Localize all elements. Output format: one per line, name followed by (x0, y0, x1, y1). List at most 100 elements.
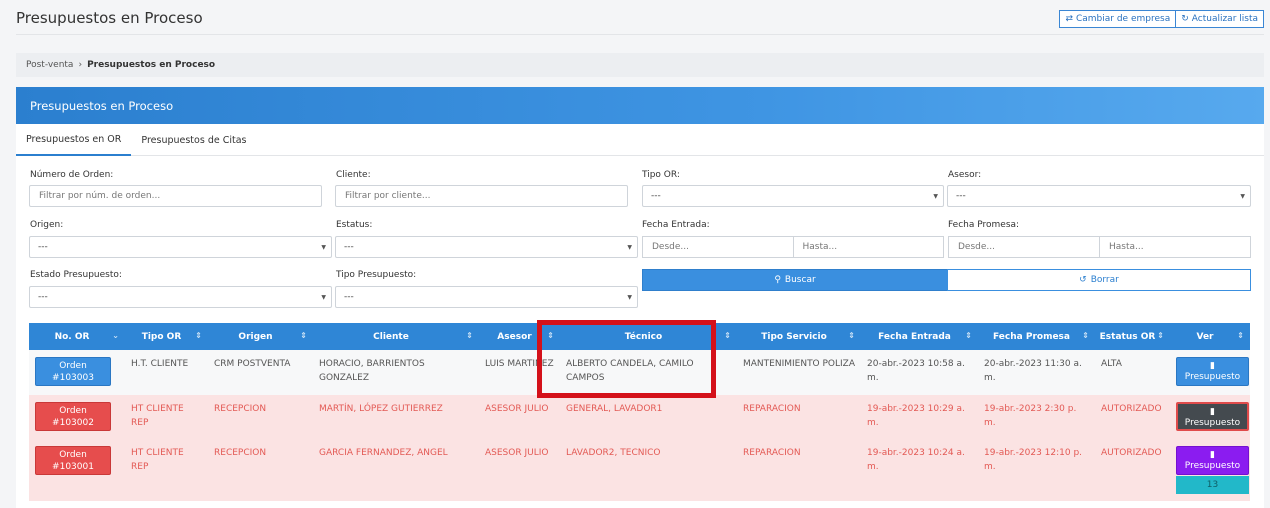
sort-icon: ⇕ (300, 331, 307, 340)
undo-icon: ↺ (1079, 275, 1087, 285)
sort-icon: ⇕ (724, 331, 731, 340)
header-divider (16, 34, 1264, 35)
tab-presupuestos-or[interactable]: Presupuestos en OR (16, 124, 132, 156)
fecha-entrada-desde[interactable]: Desde... (642, 236, 794, 258)
orden-button[interactable]: Orden #103002 (35, 402, 111, 431)
fecha-promesa-desde[interactable]: Desde... (948, 236, 1100, 258)
estatus-select[interactable]: --- ▼ (335, 236, 638, 258)
cell-estatus-or: ALTA (1095, 350, 1170, 395)
column-header-fecha-promesa[interactable]: Fecha Promesa ⇕ (978, 323, 1095, 350)
origen-select[interactable]: --- ▼ (29, 236, 332, 258)
clipboard-icon: ▮ (1210, 407, 1215, 417)
presupuesto-button[interactable]: ▮ Presupuesto (1176, 446, 1249, 475)
cell-fecha-entrada: 20-abr.-2023 10:58 a. m. (861, 350, 978, 395)
asesor-value: --- (956, 191, 966, 201)
presupuesto-button[interactable]: ▮ Presupuesto (1176, 357, 1249, 386)
estatus-label: Estatus: (336, 220, 373, 230)
orden-label: Orden (59, 361, 87, 371)
table-row: Orden #103003 H.T. CLIENTE CRM POSTVENTA… (29, 350, 1250, 395)
cell-ver: ▮ Presupuesto (1170, 395, 1250, 439)
cell-tipo-or: HT CLIENTE REP (125, 439, 208, 501)
main-card: Presupuestos en Proceso Presupuestos en … (16, 87, 1264, 508)
count-badge: 13 (1176, 476, 1249, 494)
table-header-row: No. OR ⌄ Tipo OR ⇕ Origen ⇕ Cliente ⇕ Asesor… (29, 323, 1250, 350)
cell-tipo-or: H.T. CLIENTE (125, 350, 208, 395)
tipo-or-select[interactable]: --- ▼ (642, 185, 944, 207)
column-header-label: Fecha Promesa (993, 331, 1070, 342)
sort-icon: ⇕ (466, 331, 473, 340)
sort-icon: ⇕ (195, 331, 202, 340)
column-header-estatus-or[interactable]: Estatus OR ⇕ (1095, 323, 1170, 350)
cliente-input[interactable]: Filtrar por cliente... (335, 185, 628, 207)
column-header-tecnico[interactable]: Técnico ⇕ (560, 323, 737, 350)
column-header-tipo-or[interactable]: Tipo OR ⇕ (125, 323, 208, 350)
cell-origen: CRM POSTVENTA (208, 350, 313, 395)
presupuesto-label: Presupuesto (1184, 372, 1241, 382)
orden-button[interactable]: Orden #103001 (35, 446, 111, 475)
shuffle-icon: ⇄ (1065, 14, 1073, 24)
column-header-asesor[interactable]: Asesor ⇕ (479, 323, 560, 350)
column-header-cliente[interactable]: Cliente ⇕ (313, 323, 479, 350)
tab-presupuestos-citas[interactable]: Presupuestos de Citas (131, 124, 256, 156)
cell-no-or: Orden #103001 (29, 439, 125, 501)
fecha-entrada-hasta[interactable]: Hasta... (793, 236, 944, 258)
fecha-promesa-range: Desde... Hasta... (948, 236, 1251, 258)
breadcrumb-current: Presupuestos en Proceso (87, 60, 216, 70)
top-actions: ⇄ Cambiar de empresa ↻ Actualizar lista (1059, 10, 1264, 28)
tipo-presupuesto-value: --- (344, 292, 354, 302)
search-button[interactable]: ⚲ Buscar (642, 269, 948, 291)
search-icon: ⚲ (774, 275, 781, 285)
orden-number: #103002 (52, 418, 94, 428)
cell-tecnico: GENERAL, LAVADOR1 (560, 395, 737, 439)
fecha-promesa-hasta[interactable]: Hasta... (1100, 236, 1251, 258)
orden-label: Orden (59, 406, 87, 416)
cell-asesor: ASESOR JULIO (479, 439, 560, 501)
sort-icon: ⇕ (848, 331, 855, 340)
tipo-presupuesto-select[interactable]: --- ▼ (335, 286, 638, 308)
orden-number: #103003 (52, 373, 94, 383)
cell-cliente: HORACIO, BARRIENTOS GONZALEZ (313, 350, 479, 395)
estado-presupuesto-value: --- (38, 292, 48, 302)
column-header-label: Estatus OR (1099, 331, 1156, 342)
cell-tecnico: ALBERTO CANDELA, CAMILO CAMPOS (560, 350, 737, 395)
cell-origen: RECEPCION (208, 439, 313, 501)
refresh-list-button[interactable]: ↻ Actualizar lista (1176, 10, 1264, 28)
change-company-button[interactable]: ⇄ Cambiar de empresa (1059, 10, 1177, 28)
origen-value: --- (38, 242, 48, 252)
cell-fecha-promesa: 19-abr.-2023 2:30 p. m. (978, 395, 1095, 439)
presupuesto-button[interactable]: ▮ Presupuesto (1176, 402, 1249, 431)
column-header-ver[interactable]: Ver ⇕ (1170, 323, 1250, 350)
column-header-label: Técnico (624, 331, 663, 342)
sort-icon: ⇕ (1237, 331, 1244, 340)
estatus-value: --- (344, 242, 354, 252)
card-title: Presupuestos en Proceso (30, 98, 174, 113)
tipo-or-label: Tipo OR: (642, 170, 680, 180)
numero-orden-label: Número de Orden: (30, 170, 114, 180)
column-header-fecha-entrada[interactable]: Fecha Entrada ⇕ (861, 323, 978, 350)
cell-origen: RECEPCION (208, 395, 313, 439)
column-header-no-or[interactable]: No. OR ⌄ (29, 323, 125, 350)
orden-button[interactable]: Orden #103003 (35, 357, 111, 386)
estado-presupuesto-select[interactable]: --- ▼ (29, 286, 332, 308)
refresh-icon: ↻ (1181, 14, 1189, 24)
asesor-select[interactable]: --- ▼ (947, 185, 1251, 207)
page-title: Presupuestos en Proceso (16, 9, 203, 27)
column-header-origen[interactable]: Origen ⇕ (208, 323, 313, 350)
column-header-label: Origen (238, 331, 273, 342)
clear-button[interactable]: ↺ Borrar (947, 269, 1251, 291)
column-header-label: Cliente (373, 331, 409, 342)
column-header-label: Asesor (497, 331, 532, 342)
asesor-label: Asesor: (948, 170, 982, 180)
table-row: Orden #103002 HT CLIENTE REP RECEPCION M… (29, 395, 1250, 439)
breadcrumb-separator: › (78, 60, 83, 70)
cell-tecnico: LAVADOR2, TECNICO (560, 439, 737, 501)
cell-no-or: Orden #103003 (29, 350, 125, 395)
orden-label: Orden (59, 450, 87, 460)
breadcrumb-parent[interactable]: Post-venta (26, 60, 73, 70)
cell-tipo-servicio: REPARACION (737, 395, 861, 439)
column-header-tipo-servicio[interactable]: Tipo Servicio ⇕ (737, 323, 861, 350)
numero-orden-input[interactable]: Filtrar por núm. de orden... (29, 185, 322, 207)
fecha-entrada-range: Desde... Hasta... (642, 236, 944, 258)
chevron-down-icon: ▼ (627, 243, 632, 251)
column-header-label: No. OR (54, 331, 90, 342)
